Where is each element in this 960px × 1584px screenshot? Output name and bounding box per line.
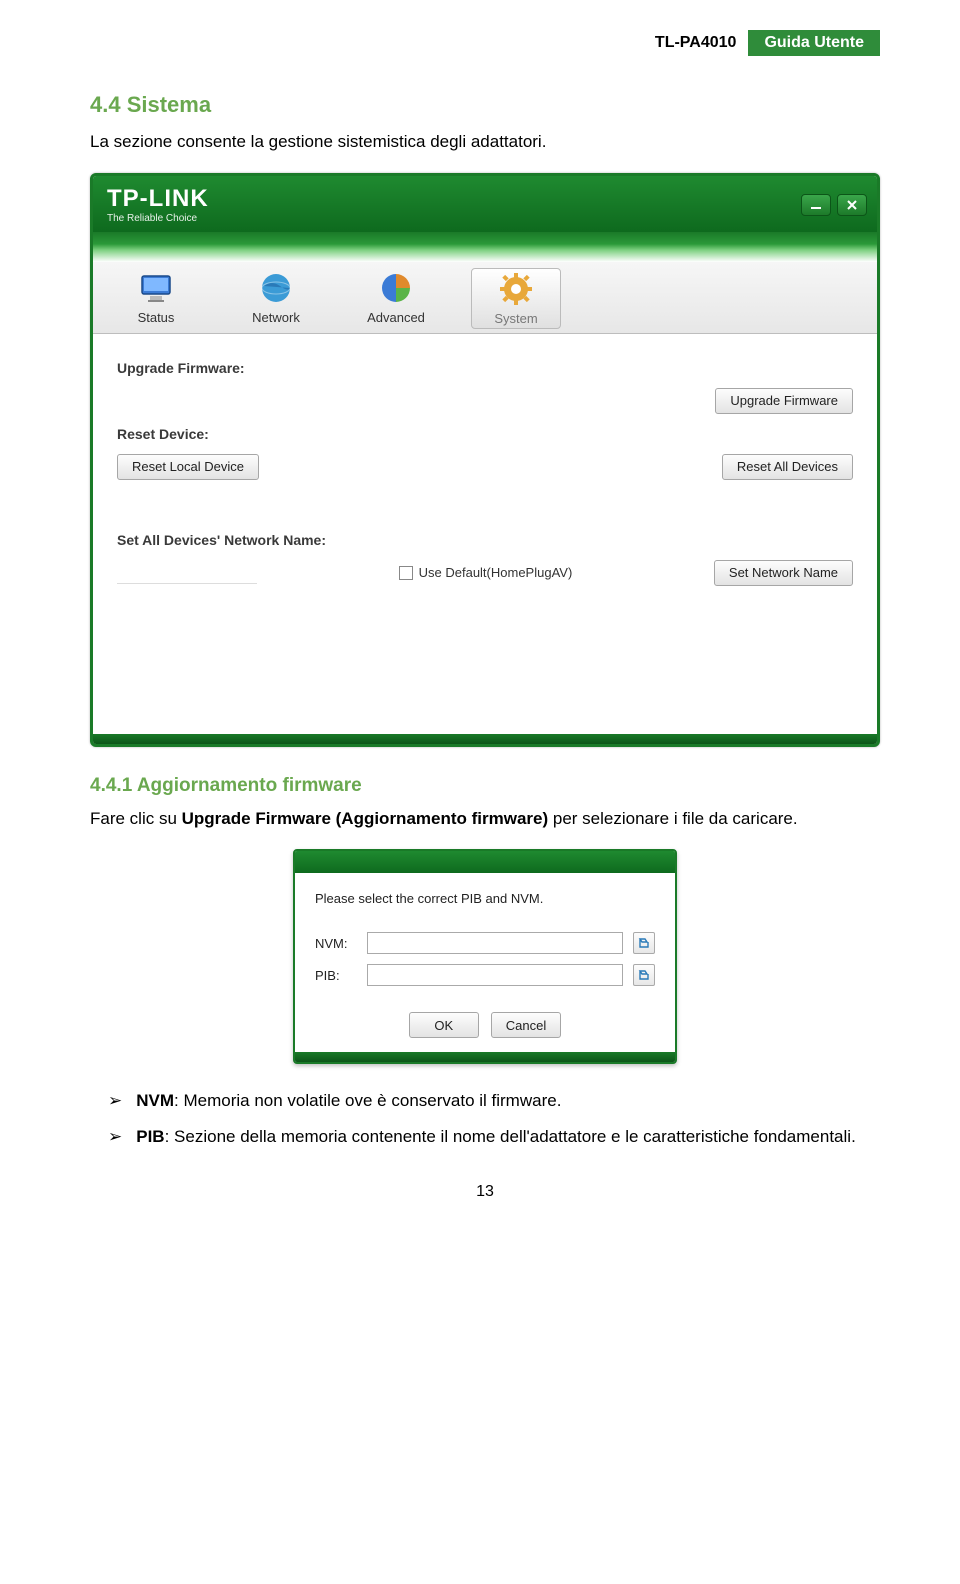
- tab-label: Network: [252, 310, 300, 325]
- tab-status[interactable]: Status: [111, 268, 201, 329]
- bullet-key: NVM: [136, 1091, 174, 1110]
- chart-icon: [378, 270, 414, 306]
- decorative-swoosh: [93, 232, 877, 262]
- logo-sub: The Reliable Choice: [107, 213, 209, 224]
- gear-icon: [498, 271, 534, 307]
- page-number: 13: [90, 1183, 880, 1201]
- section-desc: La sezione consente la gestione sistemis…: [90, 130, 880, 155]
- checkbox-icon: [399, 566, 413, 580]
- app-footer-bar: [93, 734, 877, 744]
- logo-main: TP-LINK: [107, 185, 209, 213]
- doc-header: TL-PA4010 Guida Utente: [90, 30, 880, 56]
- tab-advanced[interactable]: Advanced: [351, 268, 441, 329]
- bullet-key: PIB: [136, 1127, 164, 1146]
- main-toolbar: Status Network Advanced System: [93, 262, 877, 334]
- subsection-title: 4.4.1 Aggiornamento firmware: [90, 775, 880, 797]
- subsection-desc: Fare clic su Upgrade Firmware (Aggiornam…: [90, 807, 880, 832]
- pib-input[interactable]: [367, 964, 623, 986]
- set-network-name-label: Set All Devices' Network Name:: [117, 532, 853, 548]
- nvm-field: NVM:: [315, 932, 655, 954]
- checkbox-label: Use Default(HomePlugAV): [419, 565, 573, 580]
- reset-device-label: Reset Device:: [117, 426, 853, 442]
- close-icon: [845, 198, 859, 212]
- section-title: 4.4 Sistema: [90, 92, 880, 118]
- pib-field: PIB:: [315, 964, 655, 986]
- browse-icon: [638, 937, 650, 949]
- model-number: TL-PA4010: [643, 30, 749, 56]
- pib-browse-button[interactable]: [633, 964, 655, 986]
- upgrade-firmware-button[interactable]: Upgrade Firmware: [715, 388, 853, 414]
- system-panel: Upgrade Firmware: Upgrade Firmware Reset…: [93, 334, 877, 734]
- firmware-dialog: Please select the correct PIB and NVM. N…: [293, 849, 677, 1064]
- monitor-icon: [138, 270, 174, 306]
- bullet-text: : Memoria non volatile ove è conservato …: [174, 1091, 561, 1110]
- tab-label: Advanced: [367, 310, 425, 325]
- set-network-name-button[interactable]: Set Network Name: [714, 560, 853, 586]
- dialog-prompt: Please select the correct PIB and NVM.: [315, 891, 655, 906]
- nvm-browse-button[interactable]: [633, 932, 655, 954]
- app-titlebar: TP-LINK The Reliable Choice: [93, 176, 877, 232]
- tab-label: System: [494, 311, 537, 326]
- minimize-icon: [809, 198, 823, 212]
- nvm-label: NVM:: [315, 936, 357, 951]
- reset-all-button[interactable]: Reset All Devices: [722, 454, 853, 480]
- app-window: TP-LINK The Reliable Choice Status: [90, 173, 880, 747]
- guide-badge: Guida Utente: [748, 30, 880, 56]
- network-name-input[interactable]: [117, 562, 257, 584]
- close-button[interactable]: [837, 194, 867, 216]
- tab-system[interactable]: System: [471, 268, 561, 329]
- bullet-nvm: ➢ NVM: Memoria non volatile ove è conser…: [108, 1088, 880, 1114]
- desc-pre: Fare clic su: [90, 809, 182, 828]
- tab-network[interactable]: Network: [231, 268, 321, 329]
- pib-label: PIB:: [315, 968, 357, 983]
- browse-icon: [638, 969, 650, 981]
- reset-local-button[interactable]: Reset Local Device: [117, 454, 259, 480]
- dialog-foot: [295, 1052, 675, 1062]
- dialog-buttons: OK Cancel: [315, 1012, 655, 1038]
- bullet-text: : Sezione della memoria contenente il no…: [165, 1127, 856, 1146]
- bullet-icon: ➢: [108, 1124, 122, 1150]
- bullet-pib: ➢ PIB: Sezione della memoria contenente …: [108, 1124, 880, 1150]
- desc-post: per selezionare i file da caricare.: [548, 809, 797, 828]
- dialog-head: [295, 851, 675, 873]
- bullet-list: ➢ NVM: Memoria non volatile ove è conser…: [108, 1088, 880, 1149]
- ok-button[interactable]: OK: [409, 1012, 479, 1038]
- use-default-checkbox[interactable]: Use Default(HomePlugAV): [399, 565, 573, 580]
- tab-label: Status: [138, 310, 175, 325]
- minimize-button[interactable]: [801, 194, 831, 216]
- cancel-button[interactable]: Cancel: [491, 1012, 561, 1038]
- window-controls: [801, 194, 867, 216]
- desc-bold: Upgrade Firmware (Aggiornamento firmware…: [182, 809, 549, 828]
- globe-icon: [258, 270, 294, 306]
- logo: TP-LINK The Reliable Choice: [107, 185, 209, 224]
- dialog-body: Please select the correct PIB and NVM. N…: [295, 873, 675, 1052]
- bullet-icon: ➢: [108, 1088, 122, 1114]
- nvm-input[interactable]: [367, 932, 623, 954]
- upgrade-firmware-label: Upgrade Firmware:: [117, 360, 853, 376]
